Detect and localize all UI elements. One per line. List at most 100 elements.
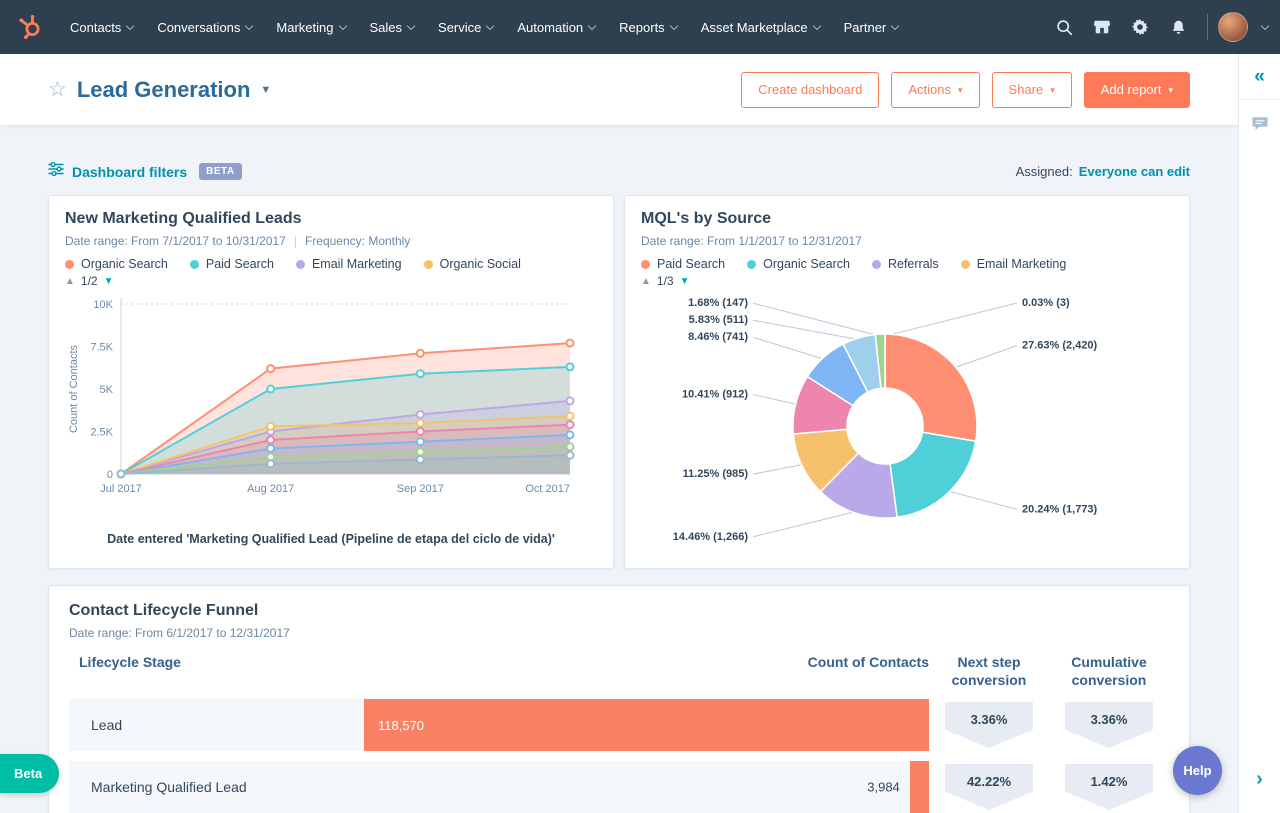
donut-slice-label: 0.03% (3): [1022, 297, 1070, 309]
svg-text:7.5K: 7.5K: [90, 342, 113, 354]
legend-donut-chart: Paid Search Organic Search Referrals Email …: [641, 257, 1173, 271]
chevron-down-icon: [1260, 21, 1270, 30]
column-header-cumulative: Cumulative conversion: [1071, 654, 1147, 688]
funnel-bar[interactable]: 118,570: [364, 699, 929, 751]
assigned-permission-link[interactable]: Everyone can edit: [1079, 164, 1190, 179]
beta-pill-button[interactable]: Beta: [0, 754, 60, 793]
share-button[interactable]: Share ▾: [991, 71, 1072, 108]
nav-item-automation[interactable]: Automation: [505, 0, 607, 54]
nav-item-service[interactable]: Service: [426, 0, 505, 54]
notifications-bell-icon[interactable]: [1159, 8, 1197, 46]
add-report-button[interactable]: Add report ▾: [1083, 71, 1190, 108]
donut-slice[interactable]: [884, 333, 978, 443]
filter-sliders-icon: [48, 161, 64, 181]
svg-text:2.5K: 2.5K: [90, 427, 113, 439]
legend-item[interactable]: Referrals: [871, 257, 939, 271]
nav-item-asset-marketplace[interactable]: Asset Marketplace: [689, 0, 832, 54]
chevron-down-icon: [338, 21, 347, 30]
caret-down-icon: ▾: [958, 84, 963, 95]
dashboard-switcher-caret-icon[interactable]: ▼: [260, 84, 271, 96]
marketplace-icon[interactable]: [1083, 8, 1121, 46]
funnel-row: Lead 118,570 3.36% 3.36%: [69, 699, 1169, 751]
legend-dot-icon: [747, 259, 757, 269]
right-rail: « ›: [1238, 54, 1280, 813]
nav-item-contacts[interactable]: Contacts: [58, 0, 145, 54]
collapse-panel-button[interactable]: «: [1239, 54, 1280, 100]
svg-text:Jul 2017: Jul 2017: [100, 483, 142, 495]
favorite-star-icon[interactable]: ☆: [48, 77, 67, 102]
cumulative-conversion-badge: 1.42%: [1065, 764, 1153, 810]
nav-item-reports[interactable]: Reports: [607, 0, 689, 54]
legend-page-down-icon[interactable]: ▼: [680, 276, 690, 287]
funnel-count: 3,984: [867, 779, 900, 795]
comments-icon[interactable]: [1239, 116, 1280, 131]
legend-item[interactable]: Organic Social: [423, 257, 521, 271]
legend-page-down-icon[interactable]: ▼: [104, 276, 114, 287]
actions-button[interactable]: Actions ▾: [891, 71, 980, 108]
search-icon[interactable]: [1045, 8, 1083, 46]
nav-item-partner[interactable]: Partner: [832, 0, 911, 54]
nav-menu: Contacts Conversations Marketing Sales Servi…: [58, 0, 910, 54]
funnel-bar[interactable]: [909, 761, 929, 813]
nav-item-marketing[interactable]: Marketing: [264, 0, 357, 54]
svg-text:Count of Contacts: Count of Contacts: [68, 344, 80, 433]
next-step-conversion-badge: 42.22%: [945, 764, 1033, 810]
nav-item-conversations[interactable]: Conversations: [145, 0, 264, 54]
account-menu[interactable]: [1218, 12, 1270, 42]
svg-text:Oct 2017: Oct 2017: [525, 483, 570, 495]
column-header-next-step: Next step conversion: [951, 654, 1027, 688]
legend-item[interactable]: Organic Search: [65, 257, 168, 271]
svg-text:Aug 2017: Aug 2017: [247, 483, 294, 495]
column-header-lifecycle-stage: Lifecycle Stage: [79, 654, 181, 670]
legend-dot-icon: [295, 259, 305, 269]
chevron-down-icon: [245, 21, 254, 30]
filters-bar: Dashboard filters BETA Assigned: Everyon…: [48, 161, 1190, 181]
hubspot-logo-icon[interactable]: [12, 8, 50, 46]
x-axis-caption: Date entered 'Marketing Qualified Lead (…: [107, 532, 555, 546]
chevron-down-icon: [406, 21, 416, 30]
dashboard-filters-toggle[interactable]: Dashboard filters BETA: [48, 161, 242, 181]
line-chart: 0 2.5K 5K 7.5K 10K Jul 2017 Aug 2017 Sep 2017 Oc…: [65, 290, 597, 527]
report-title: New Marketing Qualified Leads: [65, 210, 302, 227]
help-button[interactable]: Help: [1173, 746, 1222, 795]
create-dashboard-button[interactable]: Create dashboard: [741, 71, 880, 108]
legend-item[interactable]: Organic Search: [747, 257, 850, 271]
legend-dot-icon: [65, 259, 74, 269]
report-title: Contact Lifecycle Funnel: [69, 602, 259, 619]
report-title: MQL's by Source: [641, 210, 772, 227]
nav-divider: [1207, 14, 1208, 40]
legend-item[interactable]: Email Marketing: [960, 257, 1066, 271]
nav-item-sales[interactable]: Sales: [358, 0, 427, 54]
legend-dot-icon: [423, 259, 433, 269]
avatar[interactable]: [1218, 12, 1248, 42]
chevron-down-icon: [587, 21, 597, 30]
legend-item[interactable]: Email Marketing: [295, 257, 402, 271]
settings-gear-icon[interactable]: [1121, 8, 1159, 46]
chevron-down-icon: [486, 21, 495, 30]
expand-panel-button[interactable]: ›: [1239, 768, 1280, 791]
chevron-down-icon: [812, 21, 821, 30]
donut-slice[interactable]: [889, 431, 977, 519]
donut-slice-label: 27.63% (2,420): [1022, 340, 1098, 352]
legend-dot-icon: [641, 259, 650, 269]
legend-page-up-icon[interactable]: ▲: [65, 276, 75, 287]
donut-slice-label: 5.83% (511): [689, 314, 749, 326]
legend-item[interactable]: Paid Search: [641, 257, 725, 271]
funnel-stage-label: Marketing Qualified Lead: [91, 779, 247, 795]
funnel-count: 118,570: [378, 717, 425, 733]
donut-slice-label: 14.46% (1,266): [673, 531, 749, 543]
legend-item[interactable]: Paid Search: [189, 257, 274, 271]
legend-page-up-icon[interactable]: ▲: [641, 276, 651, 287]
next-step-conversion-badge: 3.36%: [945, 702, 1033, 748]
date-range: Date range: From 1/1/2017 to 12/31/2017: [641, 234, 862, 248]
legend-dot-icon: [960, 259, 970, 269]
chevron-down-icon: [669, 21, 678, 30]
assigned-label: Assigned:: [1015, 164, 1073, 179]
chevron-down-icon: [126, 21, 135, 30]
top-nav: Contacts Conversations Marketing Sales Servi…: [0, 0, 1280, 54]
funnel-row: Marketing Qualified Lead 3,984 42.22% 1.…: [69, 761, 1169, 813]
svg-text:5K: 5K: [100, 384, 114, 396]
dashboard-header: ☆ Lead Generation ▼ Create dashboard Act…: [0, 54, 1238, 126]
donut-slice-label: 1.68% (147): [688, 297, 748, 309]
page-title[interactable]: Lead Generation: [77, 77, 251, 103]
